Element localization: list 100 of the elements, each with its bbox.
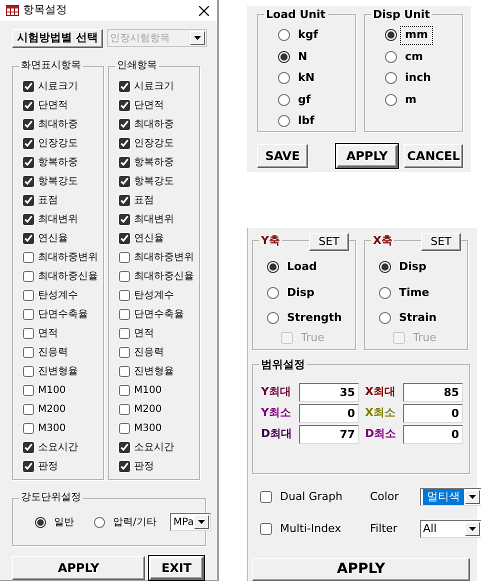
set-button[interactable]: SET [309,233,349,251]
input-field[interactable]: 0 [403,404,463,423]
radio-button[interactable] [385,72,397,84]
checkbox[interactable] [23,347,34,358]
checkbox[interactable] [23,385,34,396]
checkbox-label: 항복강도 [134,175,174,189]
radio-button[interactable] [379,261,391,274]
field-label: D최대 [261,426,293,442]
checkbox[interactable] [23,214,34,225]
checkbox[interactable] [119,233,130,244]
radio-label: cm [404,48,424,64]
checkbox-label: M300 [134,422,162,436]
checkbox[interactable] [23,404,34,415]
checkbox-label: 소요시간 [134,441,174,455]
checkbox-label: 탄성계수 [38,289,78,303]
checkbox[interactable] [23,233,34,244]
checkbox[interactable] [23,423,34,434]
checkbox[interactable] [23,100,34,111]
checkbox[interactable] [119,366,130,377]
button[interactable]: 시험방법별 선택 [12,29,103,48]
checkbox[interactable] [119,328,130,339]
checkbox[interactable] [119,81,130,92]
checkbox[interactable] [23,119,34,130]
checkbox[interactable] [119,100,130,111]
checkbox-label: M100 [38,384,66,398]
checkbox-label: Multi-Index [280,520,342,537]
dropdown[interactable]: All [420,520,481,538]
checkbox[interactable] [119,176,130,187]
checkbox[interactable] [23,252,34,263]
button[interactable]: SAVE [257,144,308,168]
checkbox-label: 시료크기 [38,80,78,94]
checkbox[interactable] [119,385,130,396]
button[interactable]: CANCEL [404,144,463,168]
input-field[interactable]: 0 [299,404,359,423]
group-title: 인쇄항목 [115,61,159,71]
dropdown[interactable]: 멀티색 [420,488,481,506]
dropdown-value: All [423,520,437,537]
checkbox-label: 진응력 [134,346,164,360]
radio-button[interactable] [267,261,279,274]
checkbox[interactable] [119,119,130,130]
checkbox[interactable] [23,176,34,187]
checkbox[interactable] [260,490,272,503]
checkbox[interactable] [119,309,130,320]
radio-label: gf [297,92,312,108]
set-button[interactable]: SET [421,233,461,251]
radio-button[interactable] [267,286,279,299]
checkbox[interactable] [119,290,130,301]
checkbox[interactable] [119,138,130,149]
checkbox[interactable] [119,423,130,434]
checkbox[interactable] [23,461,34,472]
input-field[interactable]: 85 [403,383,463,402]
radio-button[interactable] [379,312,391,324]
checkbox-label: 면적 [134,327,154,341]
checkbox[interactable] [23,195,34,206]
checkbox-label: 판정 [134,460,154,474]
checkbox[interactable] [119,404,130,415]
radio-button[interactable] [278,115,290,128]
checkbox-label: 항복강도 [38,175,78,189]
checkbox[interactable] [23,290,34,301]
checkbox[interactable] [23,271,34,282]
checkbox[interactable] [119,252,130,263]
checkbox[interactable] [23,81,34,92]
checkbox[interactable] [119,347,130,358]
checkbox-label: 연신율 [134,232,164,246]
radio-button[interactable] [267,312,279,324]
close-icon[interactable] [199,6,209,16]
input-field[interactable]: 0 [403,425,463,444]
checkbox-label: 단면적 [38,99,68,113]
checkbox[interactable] [260,522,272,535]
radio-button[interactable] [379,286,391,299]
checkbox[interactable] [23,442,34,453]
input-field[interactable]: 35 [299,383,359,402]
checkbox[interactable] [23,138,34,149]
checkbox[interactable] [119,461,130,472]
radio-button[interactable] [385,50,397,63]
checkbox[interactable] [119,195,130,206]
checkbox[interactable] [23,157,34,168]
checkbox[interactable] [119,157,130,168]
radio-button[interactable] [385,94,397,106]
radio-button[interactable] [94,516,105,528]
checkbox[interactable] [119,214,130,225]
apply-button[interactable]: APPLY [252,558,470,581]
radio-button[interactable] [278,29,290,42]
radio-button[interactable] [278,72,290,84]
checkbox[interactable] [23,366,34,377]
radio-button[interactable] [35,516,46,528]
radio-label: Load [286,259,318,275]
checkbox[interactable] [119,271,130,282]
button[interactable]: EXIT [149,556,204,580]
radio-button[interactable] [278,94,290,106]
checkbox[interactable] [23,328,34,339]
checkbox[interactable] [23,309,34,320]
radio-button[interactable] [278,50,290,63]
input-field[interactable]: 77 [299,425,359,444]
button[interactable]: APPLY [12,556,145,580]
checkbox-label: 인장강도 [134,137,174,151]
checkbox[interactable] [119,442,130,453]
button[interactable]: APPLY [336,144,398,168]
dropdown[interactable]: MPa [170,513,211,531]
radio-button[interactable] [385,29,397,42]
